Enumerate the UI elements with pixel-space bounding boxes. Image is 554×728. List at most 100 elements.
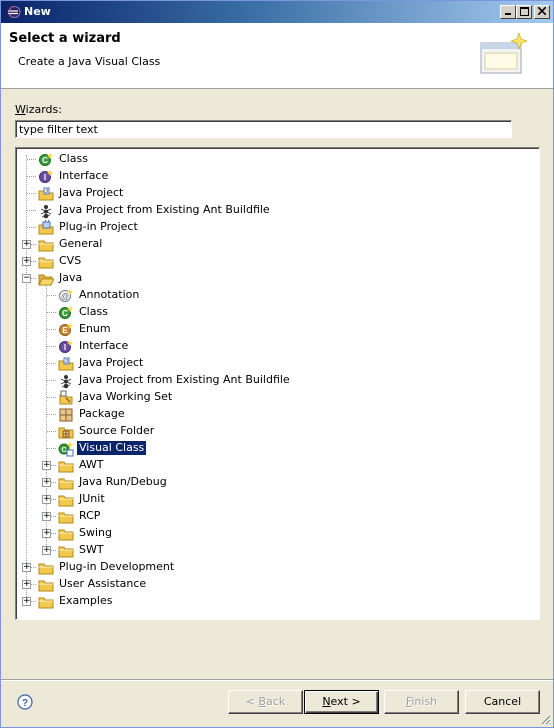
- java-project-icon: J: [58, 357, 74, 371]
- tree-connector: [47, 312, 56, 313]
- tree-item-label: Plug-in Project: [59, 220, 138, 233]
- banner-description: Create a Java Visual Class: [18, 55, 161, 68]
- plugin-project-icon: [38, 220, 54, 235]
- tree-item-label: Java Project: [79, 356, 144, 369]
- tree-item-label: Java: [59, 271, 83, 284]
- folder-icon: [38, 563, 54, 575]
- tree-item[interactable]: Plug-in Project: [16, 219, 536, 236]
- expand-toggle-icon[interactable]: +: [22, 597, 31, 606]
- tree-item[interactable]: I Interface: [16, 338, 536, 355]
- minimize-icon: [505, 13, 511, 15]
- tree-item[interactable]: + General: [16, 236, 536, 253]
- tree-item[interactable]: E Enum: [16, 321, 536, 338]
- tree-item[interactable]: J Java Project: [16, 355, 536, 372]
- expand-toggle-icon[interactable]: +: [42, 478, 51, 487]
- tree-item-label: Enum: [79, 322, 111, 335]
- tree-item[interactable]: I Interface: [16, 168, 536, 185]
- title-bar[interactable]: New: [1, 1, 553, 23]
- tree-connector: [47, 431, 56, 432]
- folder-icon: [38, 580, 54, 592]
- tree-item-label: Source Folder: [79, 424, 155, 437]
- maximize-button[interactable]: [516, 5, 532, 19]
- folder-icon: [58, 529, 74, 541]
- tree-item-label: CVS: [59, 254, 82, 267]
- help-icon[interactable]: ?: [17, 694, 33, 710]
- expand-toggle-icon[interactable]: +: [42, 495, 51, 504]
- tree-item-label: Class: [79, 305, 108, 318]
- tree-item[interactable]: C Class: [16, 304, 536, 321]
- tree-item[interactable]: + AWT: [16, 457, 536, 474]
- svg-text:I: I: [44, 173, 46, 182]
- minimize-button[interactable]: [500, 5, 516, 19]
- tree-item-label: Java Run/Debug: [79, 475, 167, 488]
- tree-item[interactable]: + Swing: [16, 525, 536, 542]
- tree-item[interactable]: Java Project from Existing Ant Buildfile: [16, 372, 536, 389]
- tree-item-label: Plug-in Development: [59, 560, 175, 573]
- tree-item[interactable]: @ Annotation: [16, 287, 536, 304]
- tree-item-label: Java Working Set: [79, 390, 173, 403]
- close-button[interactable]: [534, 5, 550, 19]
- tree-item-label: SWT: [79, 543, 104, 556]
- tree-item[interactable]: + JUnit: [16, 491, 536, 508]
- wizard-tree[interactable]: C Class I Interface J Java Project Java Projec…: [15, 147, 540, 620]
- expand-toggle-icon[interactable]: +: [42, 461, 51, 470]
- tree-item[interactable]: + User Assistance: [16, 576, 536, 593]
- expand-toggle-icon[interactable]: +: [42, 529, 51, 538]
- tree-item[interactable]: + SWT: [16, 542, 536, 559]
- tree-item[interactable]: + RCP: [16, 508, 536, 525]
- expand-toggle-icon[interactable]: +: [22, 240, 31, 249]
- expand-toggle-icon[interactable]: +: [42, 512, 51, 521]
- source-folder-icon: [58, 427, 74, 439]
- collapse-toggle-icon[interactable]: −: [22, 274, 31, 283]
- expand-toggle-icon[interactable]: +: [22, 257, 31, 266]
- working-set-icon: [59, 390, 73, 405]
- svg-text:C: C: [62, 309, 68, 318]
- tree-item[interactable]: + CVS: [16, 253, 536, 270]
- tree-item[interactable]: Java Project from Existing Ant Buildfile: [16, 202, 536, 219]
- tree-item[interactable]: + Plug-in Development: [16, 559, 536, 576]
- tree-connector: [47, 448, 56, 449]
- tree-item-label: Examples: [59, 594, 113, 607]
- filter-input[interactable]: [15, 120, 512, 138]
- new-wizard-banner-icon: [480, 32, 528, 74]
- tree-item[interactable]: J Java Project: [16, 185, 536, 202]
- wizard-banner: Select a wizard Create a Java Visual Cla…: [1, 23, 553, 89]
- tree-item[interactable]: + Examples: [16, 593, 536, 610]
- ant-icon: [40, 205, 52, 219]
- footer-separator: [1, 679, 553, 681]
- folder-icon: [58, 495, 74, 507]
- resize-grip-icon[interactable]: [539, 713, 551, 725]
- tree-connector: [47, 397, 56, 398]
- svg-text:C: C: [61, 447, 66, 454]
- expand-toggle-icon[interactable]: +: [42, 546, 51, 555]
- tree-item-label: Swing: [79, 526, 112, 539]
- tree-item[interactable]: + Java Run/Debug: [16, 474, 536, 491]
- back-button[interactable]: < Back: [228, 690, 303, 714]
- expand-toggle-icon[interactable]: +: [22, 563, 31, 572]
- next-button[interactable]: Next >: [304, 690, 379, 714]
- tree-item[interactable]: C Class: [16, 151, 536, 168]
- svg-text:E: E: [62, 326, 68, 335]
- cancel-button[interactable]: Cancel: [465, 690, 540, 714]
- class-icon: C: [59, 306, 73, 319]
- finish-button[interactable]: Finish: [384, 690, 459, 714]
- tree-item-label: Package: [79, 407, 125, 420]
- tree-item[interactable]: Package: [16, 406, 536, 423]
- tree-item-label: User Assistance: [59, 577, 147, 590]
- wizards-label: Wizards:: [15, 103, 62, 116]
- tree-item-label: Java Project: [59, 186, 124, 199]
- tree-item-label: Interface: [59, 169, 109, 182]
- tree-item[interactable]: Source Folder: [16, 423, 536, 440]
- tree-item[interactable]: Java Working Set: [16, 389, 536, 406]
- tree-connector: [27, 193, 36, 194]
- interface-icon: I: [39, 170, 53, 183]
- tree-item-label: Class: [59, 152, 88, 165]
- tree-item[interactable]: C Visual Class: [16, 440, 536, 457]
- close-icon: [538, 7, 546, 15]
- tree-item[interactable]: − Java: [16, 270, 536, 287]
- tree-item-label: Visual Class: [75, 440, 148, 456]
- expand-toggle-icon[interactable]: +: [22, 580, 31, 589]
- tree-connector: [27, 159, 36, 160]
- folder-icon: [38, 597, 54, 609]
- tree-connector: [47, 380, 56, 381]
